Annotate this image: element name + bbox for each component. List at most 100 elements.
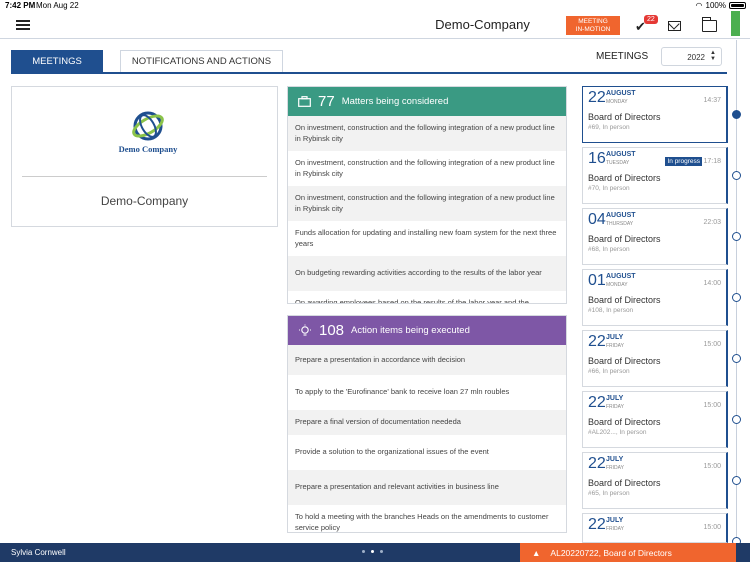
meeting-month: AUGUST [606, 90, 636, 97]
list-item[interactable]: To apply to the 'Eurofinance' bank to re… [288, 375, 566, 410]
meeting-card[interactable]: 22 JULY FRIDAY 15:00 Board of Directors … [582, 330, 728, 387]
meeting-time: 22:03 [703, 219, 721, 226]
matters-header[interactable]: 77 Matters being considered [288, 87, 566, 116]
timeline-dot [732, 293, 741, 302]
tab-notifications-and-actions[interactable]: NOTIFICATIONS AND ACTIONS [120, 50, 283, 73]
year-select[interactable]: 2022 ▲ ▼ [661, 47, 722, 66]
meeting-weekday: TUESDAY [606, 160, 630, 166]
chevron-up-icon: ▲ [532, 547, 541, 558]
list-item[interactable]: Prepare a presentation in accordance wit… [288, 345, 566, 375]
page-indicator[interactable] [362, 550, 383, 553]
actions-header[interactable]: 108 Action items being executed [288, 316, 566, 345]
lightbulb-icon [299, 324, 311, 336]
status-date: Mon Aug 22 [36, 1, 79, 10]
logo-text: Demo Company [118, 144, 178, 154]
meeting-title: Board of Directors [588, 417, 661, 427]
company-logo: Demo Company [103, 110, 193, 155]
meeting-in-motion-button[interactable]: MEETING IN-MOTION [566, 16, 620, 35]
meeting-day: 22 [588, 394, 606, 411]
company-name: Demo-Company [100, 194, 189, 208]
meeting-card[interactable]: 22 JULY FRIDAY 15:00 Board of Directors … [582, 391, 728, 448]
list-item[interactable]: Provide a solution to the organizational… [288, 435, 566, 470]
actions-title: Action items being executed [351, 325, 470, 336]
meeting-subtitle: #108, In person [588, 307, 634, 314]
actions-list: Prepare a presentation in accordance wit… [288, 345, 566, 532]
list-item[interactable]: Prepare a presentation and relevant acti… [288, 470, 566, 505]
list-item[interactable]: On investment, construction and the foll… [288, 151, 566, 186]
meeting-in-motion-line2: IN-MOTION [575, 26, 611, 33]
actions-panel: 108 Action items being executed Prepare … [287, 315, 567, 533]
menu-icon[interactable] [16, 20, 30, 30]
meeting-subtitle: #AL202..., In person [588, 429, 647, 436]
meeting-title: Board of Directors [588, 173, 661, 183]
timeline-dot [732, 415, 741, 424]
actions-count: 108 [319, 322, 345, 339]
meeting-day: 22 [588, 89, 606, 106]
meeting-day: 22 [588, 516, 606, 533]
timeline-dot [732, 476, 741, 485]
meeting-weekday: THURSDAY [606, 221, 634, 227]
tab-meetings[interactable]: MEETINGS [11, 50, 103, 73]
meeting-title: Board of Directors [588, 112, 661, 122]
company-card[interactable]: Demo Company Demo-Company [11, 86, 278, 227]
status-right: ◠ 100% [696, 1, 746, 10]
list-item[interactable]: On budgeting rewarding activities accord… [288, 256, 566, 291]
list-item[interactable]: On investment, construction and the foll… [288, 116, 566, 151]
meeting-month: AUGUST [606, 151, 636, 158]
meeting-time: 15:00 [703, 341, 721, 348]
wifi-icon: ◠ [695, 1, 703, 10]
timeline-dot [732, 110, 741, 119]
timeline-dot [732, 171, 741, 180]
list-item[interactable]: On awarding employees based on the resul… [288, 291, 566, 303]
charging-indicator [731, 11, 740, 36]
globe-logo-icon [132, 111, 164, 141]
meetings-filter-label: MEETINGS [596, 51, 649, 62]
meeting-time: 15:00 [703, 524, 721, 531]
meeting-card[interactable]: 16 AUGUST TUESDAY In progress 17:18 Boar… [582, 147, 728, 204]
card-divider [22, 176, 267, 177]
user-name[interactable]: Sylvia Cornwell [11, 548, 66, 557]
timeline-dot [732, 232, 741, 241]
meeting-day: 04 [588, 211, 606, 228]
meeting-card[interactable]: 04 AUGUST THURSDAY 22:03 Board of Direct… [582, 208, 728, 265]
year-value: 2022 [687, 53, 705, 62]
battery-percent: 100% [705, 1, 726, 10]
list-item[interactable]: Funds allocation for updating and instal… [288, 221, 566, 256]
meeting-weekday: MONDAY [606, 99, 628, 105]
meeting-subtitle: #70, In person [588, 185, 630, 192]
meeting-weekday: FRIDAY [606, 465, 624, 471]
meeting-day: 22 [588, 455, 606, 472]
meeting-time: 15:00 [703, 463, 721, 470]
battery-icon [729, 2, 746, 9]
briefcase-icon [298, 96, 311, 107]
tasks-count-badge: 22 [644, 15, 658, 24]
in-progress-badge: In progress [665, 157, 702, 166]
meeting-weekday: FRIDAY [606, 526, 624, 532]
matters-list: On investment, construction and the foll… [288, 116, 566, 303]
meeting-title: Board of Directors [588, 356, 661, 366]
current-meeting-bar[interactable]: ▲ AL20220722, Board of Directors [520, 543, 736, 562]
meeting-card[interactable]: 22 JULY FRIDAY 15:00 Board of Directors … [582, 452, 728, 509]
meeting-subtitle: #68, In person [588, 246, 630, 253]
matters-panel: 77 Matters being considered On investmen… [287, 86, 567, 304]
folder-icon[interactable] [702, 17, 717, 32]
meeting-card[interactable]: 22 AUGUST MONDAY 14:37 Board of Director… [582, 86, 728, 143]
list-item[interactable]: To hold a meeting with the branches Head… [288, 505, 566, 532]
meeting-subtitle: #69, In person [588, 124, 630, 131]
meeting-time: 14:37 [703, 97, 721, 104]
meeting-time: 14:00 [703, 280, 721, 287]
bottom-bar: Sylvia Cornwell ▲ AL20220722, Board of D… [0, 543, 750, 562]
timeline-dot [732, 354, 741, 363]
list-item[interactable]: On investment, construction and the foll… [288, 186, 566, 221]
list-item[interactable]: Prepare a final version of documentation… [288, 410, 566, 435]
meeting-subtitle: #66, In person [588, 368, 630, 375]
meeting-weekday: MONDAY [606, 282, 628, 288]
page-title: Demo-Company [435, 17, 530, 32]
matters-count: 77 [318, 93, 335, 110]
meeting-in-motion-line1: MEETING [578, 18, 608, 25]
meeting-card[interactable]: 01 AUGUST MONDAY 14:00 Board of Director… [582, 269, 728, 326]
mail-icon[interactable] [668, 21, 681, 31]
chevron-updown-icon: ▲ ▼ [710, 50, 716, 62]
meeting-card[interactable]: 22 JULY FRIDAY 15:00 [582, 513, 728, 543]
meeting-title: Board of Directors [588, 295, 661, 305]
